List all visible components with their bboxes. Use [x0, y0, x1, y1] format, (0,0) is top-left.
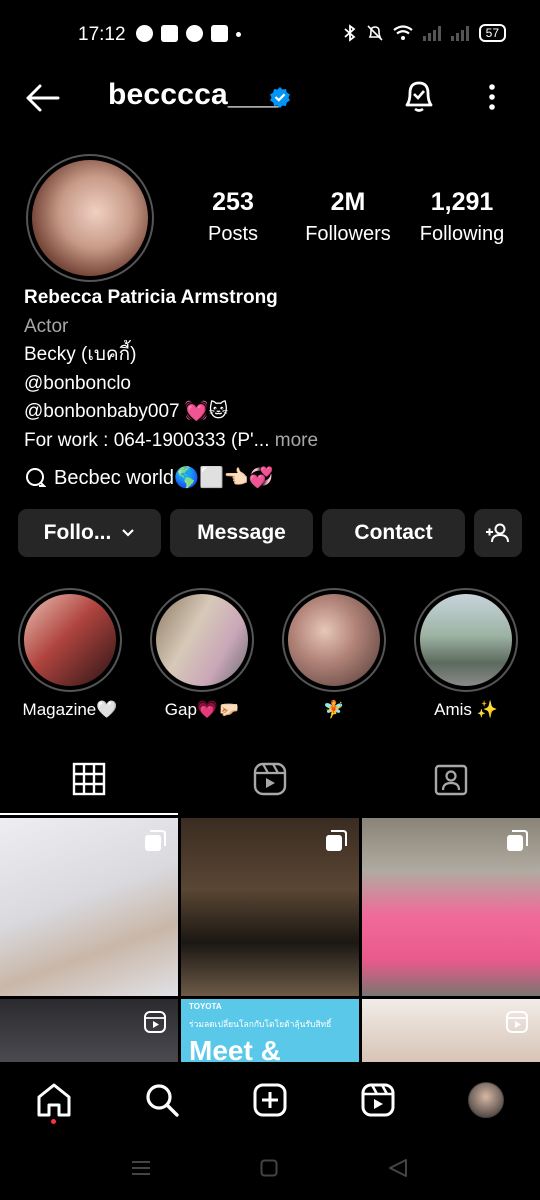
- highlight-cover: [288, 594, 380, 686]
- following-label: Following: [419, 223, 505, 245]
- highlight-cover: [24, 594, 116, 686]
- posts-count: 253: [212, 188, 254, 216]
- banner-brand: TOYOTA: [189, 1002, 222, 1011]
- highlight-label: 🧚: [323, 700, 345, 719]
- bio-work-text: For work : 064-1900333 (P'...: [24, 429, 270, 451]
- bio-mention-link[interactable]: @bonbonclo: [24, 370, 318, 399]
- home-notification-dot: [51, 1119, 56, 1124]
- carousel-icon: [326, 830, 347, 851]
- instagram-icon: [161, 25, 178, 42]
- tab-reels-icon[interactable]: [253, 762, 287, 796]
- highlight-label: Amis ✨: [434, 700, 498, 719]
- wifi-icon: [392, 25, 413, 40]
- highlight-label: Magazine🤍: [22, 700, 118, 719]
- active-tab-indicator: [0, 813, 178, 815]
- grid-post[interactable]: [0, 818, 178, 996]
- highlight-item[interactable]: Amis ✨: [414, 588, 518, 720]
- signal-2-icon: [450, 25, 469, 41]
- mute-icon: [367, 25, 383, 41]
- highlight-item[interactable]: Gap💗🤛🏻: [150, 588, 254, 720]
- messenger-icon: [186, 25, 203, 42]
- bluetooth-icon: [344, 24, 356, 42]
- posts-label: Posts: [207, 223, 259, 245]
- create-post-icon[interactable]: [252, 1082, 288, 1118]
- more-options-icon[interactable]: [480, 82, 504, 114]
- posts-stat[interactable]: 253 Posts: [190, 188, 276, 246]
- following-dropdown-button[interactable]: Follo...: [18, 509, 161, 557]
- grid-post[interactable]: [0, 999, 178, 1062]
- puzzle-icon: [211, 25, 228, 42]
- reel-icon: [144, 1011, 166, 1033]
- battery-indicator: 57: [478, 24, 506, 42]
- bottom-navigation: [0, 1062, 540, 1140]
- username-title: becccca___: [108, 78, 279, 111]
- message-button-label: Message: [197, 521, 286, 544]
- reel-icon: [506, 1011, 528, 1033]
- system-icons: 57: [343, 24, 506, 42]
- followers-count: 2M: [330, 188, 366, 216]
- signal-1-icon: [422, 25, 441, 41]
- carousel-icon: [145, 830, 166, 851]
- highlight-ring: [414, 588, 518, 692]
- profile-avatar[interactable]: [26, 154, 154, 282]
- status-time: 17:12: [78, 24, 126, 45]
- highlight-ring: [18, 588, 122, 692]
- notification-bell-icon[interactable]: [402, 78, 436, 114]
- highlight-label: Gap💗🤛🏻: [164, 700, 240, 719]
- search-icon[interactable]: [144, 1082, 180, 1118]
- back-arrow-icon[interactable]: [24, 82, 60, 114]
- chevron-down-icon: [122, 529, 135, 537]
- grid-post[interactable]: [181, 818, 359, 996]
- reels-icon[interactable]: [360, 1082, 396, 1118]
- suggested-users-button[interactable]: [474, 509, 522, 557]
- more-notifications-icon: [236, 32, 241, 37]
- highlight-item[interactable]: Magazine🤍: [18, 588, 122, 720]
- banner-headline: ร่วมลดเปลี่ยนโลกกับโตโยต้าลุ้นรับสิทธิ์: [189, 1019, 332, 1029]
- highlight-ring: [282, 588, 386, 692]
- notification-icons: [136, 25, 241, 42]
- bio-more-link[interactable]: more: [275, 430, 318, 451]
- grid-post-ad-banner[interactable]: TOYOTA ร่วมลดเปลี่ยนโลกกับโตโยต้าลุ้นรับ…: [181, 999, 359, 1062]
- profile-tab-avatar[interactable]: [468, 1082, 504, 1118]
- home-icon[interactable]: [36, 1082, 72, 1118]
- follow-button-label: Follo...: [43, 521, 112, 544]
- back-button-icon[interactable]: [388, 1158, 408, 1178]
- highlight-cover: [156, 594, 248, 686]
- carousel-icon: [507, 830, 528, 851]
- message-button[interactable]: Message: [170, 509, 313, 557]
- followers-stat[interactable]: 2M Followers: [298, 188, 398, 246]
- category-label: Actor: [24, 315, 69, 337]
- threads-label: Becbec world🌎⬜👈🏻💞: [54, 467, 274, 489]
- grid-post[interactable]: [362, 999, 540, 1062]
- profile-bio: Rebecca Patricia Armstrong Actor Becky (…: [24, 284, 318, 455]
- system-navigation-bar: [0, 1140, 540, 1200]
- contact-button[interactable]: Contact: [322, 509, 465, 557]
- display-name: Rebecca Patricia Armstrong: [24, 287, 278, 308]
- recent-apps-icon[interactable]: [131, 1160, 151, 1176]
- followers-label: Followers: [305, 223, 391, 245]
- home-button-icon[interactable]: [260, 1159, 278, 1177]
- threads-link[interactable]: Becbec world🌎⬜👈🏻💞: [24, 465, 274, 490]
- highlight-ring: [150, 588, 254, 692]
- banner-big-text: Meet &: [189, 1035, 281, 1062]
- avatar-image: [32, 160, 148, 276]
- verified-badge-icon: [270, 87, 290, 108]
- following-count: 1,291: [430, 188, 494, 216]
- highlight-item[interactable]: 🧚: [282, 588, 386, 720]
- tab-tagged-icon[interactable]: [434, 762, 468, 796]
- following-stat[interactable]: 1,291 Following: [414, 188, 510, 246]
- highlight-cover: [420, 594, 512, 686]
- bio-line: Becky (เบคกี้): [24, 344, 137, 365]
- bio-mention-link[interactable]: @bonbonbaby007 💓🐱: [24, 398, 318, 427]
- add-user-icon: [486, 523, 509, 543]
- status-bar: 17:12 57: [0, 0, 540, 72]
- contact-button-label: Contact: [354, 521, 433, 544]
- grid-post[interactable]: [362, 818, 540, 996]
- profile-header: becccca___: [0, 72, 540, 124]
- tab-grid-icon[interactable]: [72, 762, 106, 796]
- bio-line-work: For work : 064-1900333 (P'... more: [24, 427, 318, 456]
- threads-icon: [26, 467, 47, 487]
- spotify-icon: [136, 25, 153, 42]
